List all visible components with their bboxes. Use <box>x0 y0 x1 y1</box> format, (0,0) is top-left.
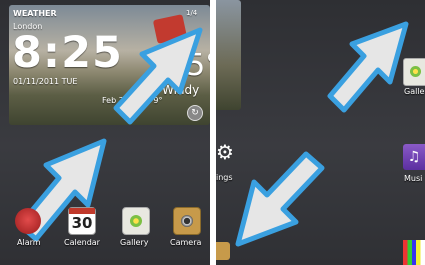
camera-label: Camera <box>170 238 202 247</box>
calendar-label: Calendar <box>64 238 100 247</box>
clock-time: 8:25 <box>12 28 123 78</box>
gallery-label-partial: Galle <box>404 87 425 96</box>
alarm-icon[interactable] <box>15 208 41 234</box>
home-screen-left: WEATHER 1/4 London 8:25 01/11/2011 TUE 1… <box>0 0 210 265</box>
clock-date: 01/11/2011 TUE <box>13 77 78 86</box>
gallery-label: Gallery <box>120 238 149 247</box>
gallery-icon-partial[interactable] <box>403 58 425 86</box>
weather-brand: WEATHER <box>13 9 57 18</box>
home-screen-right: ⚙ ings Galle ♫ Musi <box>216 0 425 265</box>
calendar-icon[interactable]: 30 <box>68 207 96 235</box>
camera-icon-partial[interactable] <box>216 242 230 260</box>
swipe-arrow-down-left-icon <box>235 151 325 247</box>
alarm-label: Alarm <box>17 238 41 247</box>
widget-page-indicator: 1/4 <box>186 9 198 17</box>
swipe-arrow-up-right-icon <box>113 27 203 125</box>
camera-icon[interactable] <box>173 207 201 235</box>
music-label-partial: Musi <box>404 174 423 183</box>
calendar-day: 30 <box>71 214 93 232</box>
swipe-arrow-up-right-icon <box>327 21 409 113</box>
music-icon-partial[interactable]: ♫ <box>403 144 425 170</box>
weather-widget-partial[interactable] <box>216 0 241 110</box>
color-bars-icon-partial[interactable] <box>403 240 425 265</box>
gallery-icon[interactable] <box>122 207 150 235</box>
